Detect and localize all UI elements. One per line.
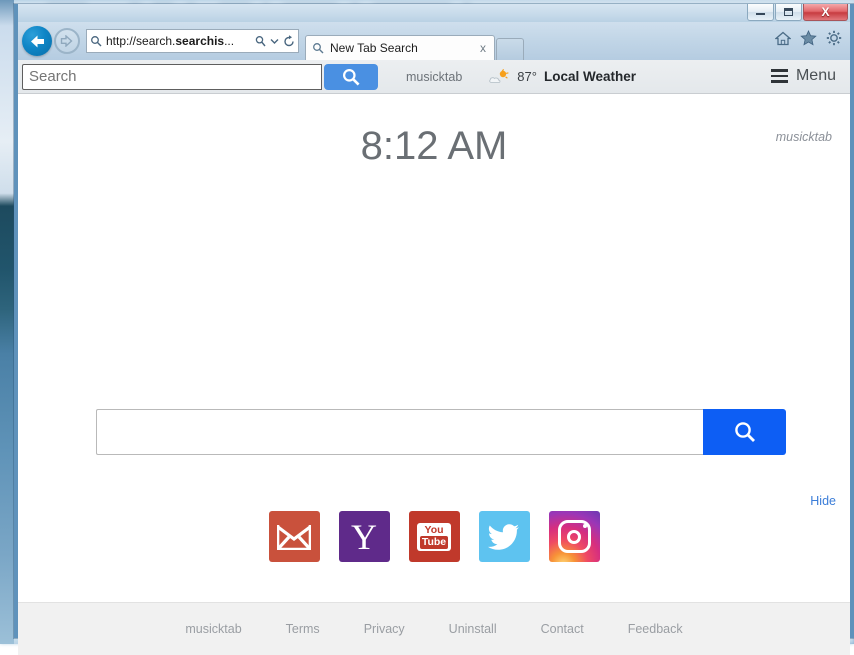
youtube-line-you: You [420, 525, 448, 536]
footer-link-uninstall[interactable]: Uninstall [449, 622, 497, 636]
star-icon[interactable] [800, 30, 817, 46]
restore-icon [784, 8, 793, 16]
footer-link-privacy[interactable]: Privacy [364, 622, 405, 636]
magnifier-icon [341, 67, 361, 87]
footer-link-contact[interactable]: Contact [541, 622, 584, 636]
desktop-left-edge-strip [0, 0, 14, 644]
twitter-bird-icon [488, 523, 520, 551]
shortcut-yahoo[interactable]: Y [339, 511, 390, 562]
toolbar-menu-button[interactable]: Menu [771, 67, 836, 85]
main-search-input[interactable] [96, 409, 703, 455]
window-controls: X [747, 4, 848, 21]
main-search-group [96, 409, 786, 455]
page-footer: musicktab Terms Privacy Uninstall Contac… [18, 602, 850, 655]
toolbar-search-input[interactable] [22, 64, 322, 90]
weather-label: Local Weather [544, 69, 636, 84]
footer-link-musicktab[interactable]: musicktab [185, 622, 241, 636]
weather-temperature: 87° [517, 69, 537, 84]
tab-new-tab-search[interactable]: New Tab Search x [305, 35, 495, 60]
new-tab-button[interactable] [496, 38, 524, 60]
minimize-button[interactable] [747, 4, 774, 21]
tab-close-icon[interactable]: x [478, 41, 488, 55]
magnifier-icon [732, 419, 758, 445]
menu-label: Menu [796, 67, 836, 85]
address-search-icon[interactable] [255, 35, 266, 47]
close-icon: X [821, 6, 829, 18]
instagram-camera-icon [558, 520, 591, 553]
chevron-down-icon[interactable] [270, 37, 279, 45]
refresh-icon[interactable] [283, 35, 295, 48]
toolbar-brand-label[interactable]: musicktab [406, 70, 462, 84]
youtube-icon: You Tube [417, 523, 451, 551]
address-bar[interactable]: http://search.searchis... [86, 29, 299, 53]
footer-link-feedback[interactable]: Feedback [628, 622, 683, 636]
restore-button[interactable] [775, 4, 802, 21]
new-tab-page: 8:12 AM musicktab Hide [18, 94, 850, 655]
shortcut-instagram[interactable] [549, 511, 600, 562]
extension-toolbar: musicktab 87° Local Weather Menu [18, 60, 850, 94]
hamburger-icon [771, 69, 788, 83]
browser-window: X http://search.searchis... [14, 4, 854, 638]
yahoo-y-icon: Y [351, 519, 377, 555]
hide-shortcuts-link[interactable]: Hide [810, 494, 836, 508]
gear-icon[interactable] [826, 30, 842, 46]
close-button[interactable]: X [803, 4, 848, 21]
window-titlebar[interactable]: X [18, 4, 850, 22]
minimize-icon [756, 13, 765, 15]
envelope-icon [277, 524, 311, 550]
shortcut-gmail[interactable] [269, 511, 320, 562]
shortcut-icon-row: Y You Tube [18, 511, 850, 562]
clock-display: 8:12 AM [18, 124, 850, 169]
tab-title: New Tab Search [330, 41, 472, 55]
browser-navigation-bar: http://search.searchis... New Tab Search [18, 22, 850, 60]
browser-tool-icons [775, 30, 842, 46]
page-watermark: musicktab [776, 130, 832, 144]
magnifier-icon [90, 35, 102, 47]
forward-arrow-icon [60, 35, 74, 47]
back-button[interactable] [22, 26, 52, 56]
toolbar-search-button[interactable] [324, 64, 378, 90]
home-icon[interactable] [775, 31, 791, 46]
tab-strip: New Tab Search x [305, 22, 524, 60]
sun-cloud-icon [488, 69, 510, 85]
address-bar-url: http://search.searchis... [106, 34, 251, 48]
youtube-line-tube: Tube [420, 536, 448, 549]
back-arrow-icon [29, 34, 46, 49]
footer-link-terms[interactable]: Terms [286, 622, 320, 636]
shortcut-youtube[interactable]: You Tube [409, 511, 460, 562]
tab-favicon-magnifier-icon [312, 42, 324, 54]
forward-button[interactable] [54, 28, 80, 54]
shortcut-twitter[interactable] [479, 511, 530, 562]
main-search-button[interactable] [703, 409, 786, 455]
toolbar-search-group [22, 64, 378, 90]
toolbar-weather-widget[interactable]: 87° Local Weather [488, 69, 636, 85]
